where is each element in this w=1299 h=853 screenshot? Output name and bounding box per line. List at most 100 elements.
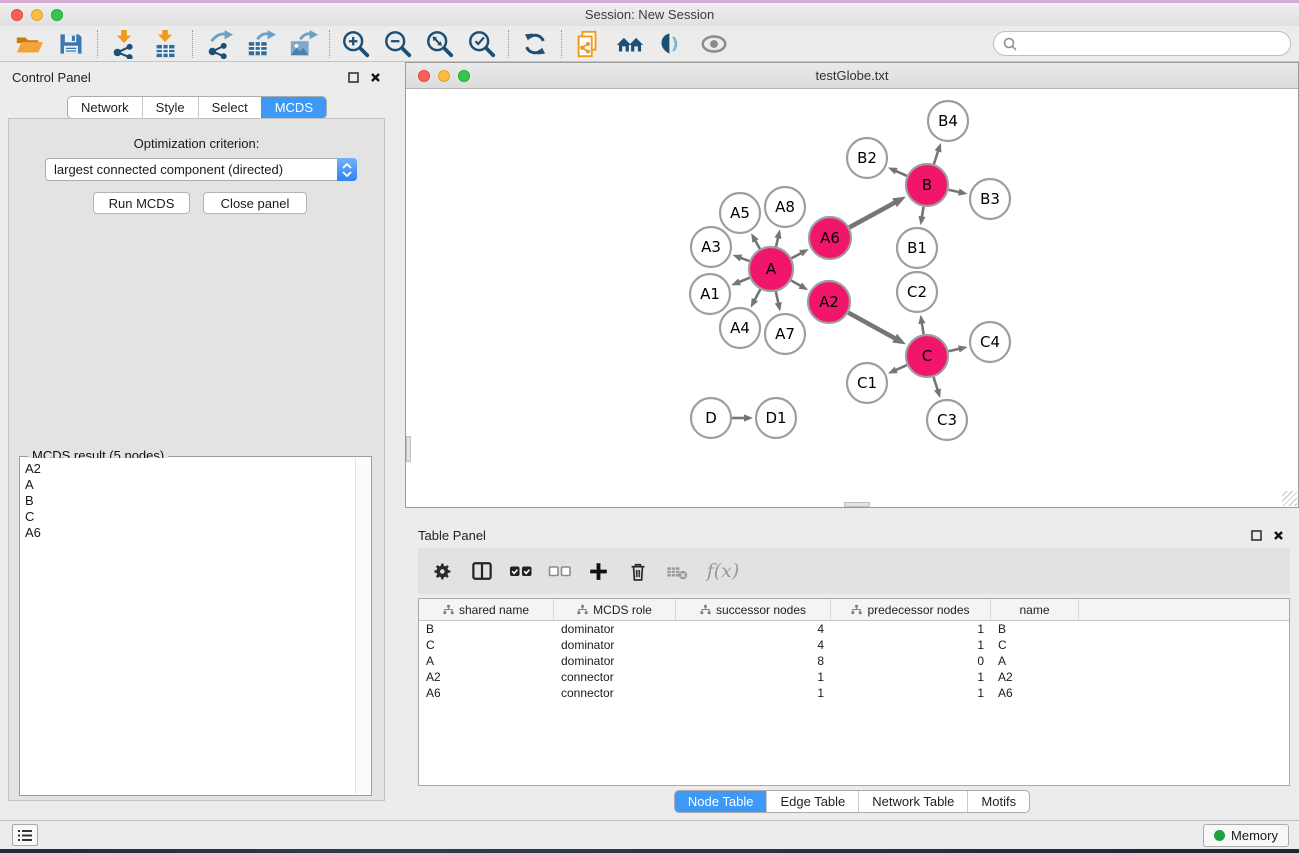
save-session-button[interactable] [50,28,92,60]
export-table-button[interactable] [240,28,282,60]
tab-edge-table[interactable]: Edge Table [766,791,858,812]
graph-node-C3[interactable]: C3 [927,400,967,440]
import-table-button[interactable] [145,28,187,60]
tab-motifs[interactable]: Motifs [967,791,1029,812]
delete-columns-button[interactable] [619,553,656,589]
hide-graphics-details-button[interactable] [651,28,693,60]
network-document-icon [573,29,603,59]
table-row[interactable]: Cdominator41C [419,637,1289,653]
unselect-all-columns-button[interactable] [541,553,578,589]
graph-node-A7[interactable]: A7 [765,314,805,354]
result-item[interactable]: A2 [25,461,351,477]
graph-node-D[interactable]: D [691,398,731,438]
result-item[interactable]: B [25,493,351,509]
import-network-button[interactable] [103,28,145,60]
float-table-panel-button[interactable] [1249,528,1263,542]
graph-edge-A-A4[interactable] [754,289,760,301]
apply-layout-button[interactable] [514,28,556,60]
graph-node-C2[interactable]: C2 [897,272,937,312]
show-graphics-details-button[interactable] [693,28,735,60]
column-header-name[interactable]: name [991,599,1079,620]
table-row[interactable]: A6connector11A6 [419,685,1289,701]
export-image-button[interactable] [282,28,324,60]
task-history-button[interactable] [12,824,38,846]
result-item[interactable]: A6 [25,525,351,541]
graph-node-B[interactable]: B [906,164,948,206]
graph-node-C[interactable]: C [906,335,948,377]
close-mcds-panel-button[interactable]: Close panel [203,192,307,214]
graph-node-A1[interactable]: A1 [690,274,730,314]
close-panel-button[interactable] [368,70,382,84]
zoom-in-button[interactable] [335,28,377,60]
canvas-left-handle[interactable] [406,436,411,462]
graph-node-A6[interactable]: A6 [809,217,851,259]
table-cell: dominator [554,654,676,668]
svg-text:A3: A3 [701,238,721,256]
criterion-dropdown[interactable]: largest connected component (directed) [45,158,357,181]
column-header-successor-nodes[interactable]: successor nodes [676,599,831,620]
zoom-selected-button[interactable] [461,28,503,60]
search-input[interactable] [1022,36,1281,51]
tab-network-table[interactable]: Network Table [858,791,967,812]
export-network-button[interactable] [198,28,240,60]
graph-node-B4[interactable]: B4 [928,101,968,141]
checked-boxes-icon [509,561,533,581]
canvas-bottom-handle[interactable] [844,502,870,507]
result-item[interactable]: A [25,477,351,493]
graph-node-B3[interactable]: B3 [970,179,1010,219]
network-file-button[interactable] [567,28,609,60]
network-canvas[interactable]: B4 B2 B B3 A8A5 A6 A3 B1 A C2 A1 A2 A4A7 C4 C C1 D D1 C3 [406,89,1298,507]
zoom-out-button[interactable] [377,28,419,60]
memory-button[interactable]: Memory [1203,824,1289,847]
graph-node-B2[interactable]: B2 [847,138,887,178]
graph-edge-C-C1[interactable] [894,365,907,371]
graph-edge-B-B4[interactable] [934,150,939,165]
create-new-column-button[interactable] [580,553,617,589]
result-scrollbar[interactable] [355,458,370,794]
tab-node-table[interactable]: Node Table [675,791,767,812]
table-options-button[interactable] [424,553,461,589]
graph-node-A8[interactable]: A8 [765,187,805,227]
tab-network[interactable]: Network [68,97,142,118]
svg-text:C: C [922,347,932,365]
delete-table-icon [666,561,688,581]
tab-style[interactable]: Style [142,97,198,118]
graph-edge-A2-C[interactable] [848,313,896,339]
show-column-button[interactable] [463,553,500,589]
table-row[interactable]: A2connector11A2 [419,669,1289,685]
graph-node-B1[interactable]: B1 [897,228,937,268]
table-row[interactable]: Adominator80A [419,653,1289,669]
mcds-result-list[interactable]: A2ABCA6 [21,458,355,794]
resize-grip[interactable] [1282,491,1297,506]
graph-node-C1[interactable]: C1 [847,363,887,403]
edge-arrowhead-icon [733,255,743,262]
graph-node-A[interactable]: A [749,247,793,291]
function-builder-button[interactable]: f(x) [697,553,749,589]
float-panel-button[interactable] [346,70,360,84]
open-session-button[interactable] [8,28,50,60]
tab-select[interactable]: Select [198,97,261,118]
close-table-panel-button[interactable] [1271,528,1285,542]
select-all-columns-button[interactable] [502,553,539,589]
column-header-MCDS-role[interactable]: MCDS role [554,599,676,620]
tab-mcds[interactable]: MCDS [261,97,326,118]
table-row[interactable]: Bdominator41B [419,621,1289,637]
column-header-shared-name[interactable]: shared name [419,599,554,620]
result-item[interactable]: C [25,509,351,525]
graph-edge-C-C3[interactable] [934,377,938,391]
graph-node-D1[interactable]: D1 [756,398,796,438]
zoom-fit-button[interactable] [419,28,461,60]
home-button[interactable] [609,28,651,60]
graph-edge-A6-B[interactable] [849,202,896,228]
graph-node-C4[interactable]: C4 [970,322,1010,362]
graph-node-A5[interactable]: A5 [720,193,760,233]
table-cell: 1 [831,670,991,684]
graph-edge-B-B2[interactable] [894,170,907,176]
delete-table-button[interactable] [658,553,695,589]
column-header-predecessor-nodes[interactable]: predecessor nodes [831,599,991,620]
graph-edge-A-A7[interactable] [776,291,779,304]
run-mcds-button[interactable]: Run MCDS [93,192,190,214]
graph-node-A4[interactable]: A4 [720,308,760,348]
graph-node-A3[interactable]: A3 [691,227,731,267]
graph-node-A2[interactable]: A2 [808,281,850,323]
